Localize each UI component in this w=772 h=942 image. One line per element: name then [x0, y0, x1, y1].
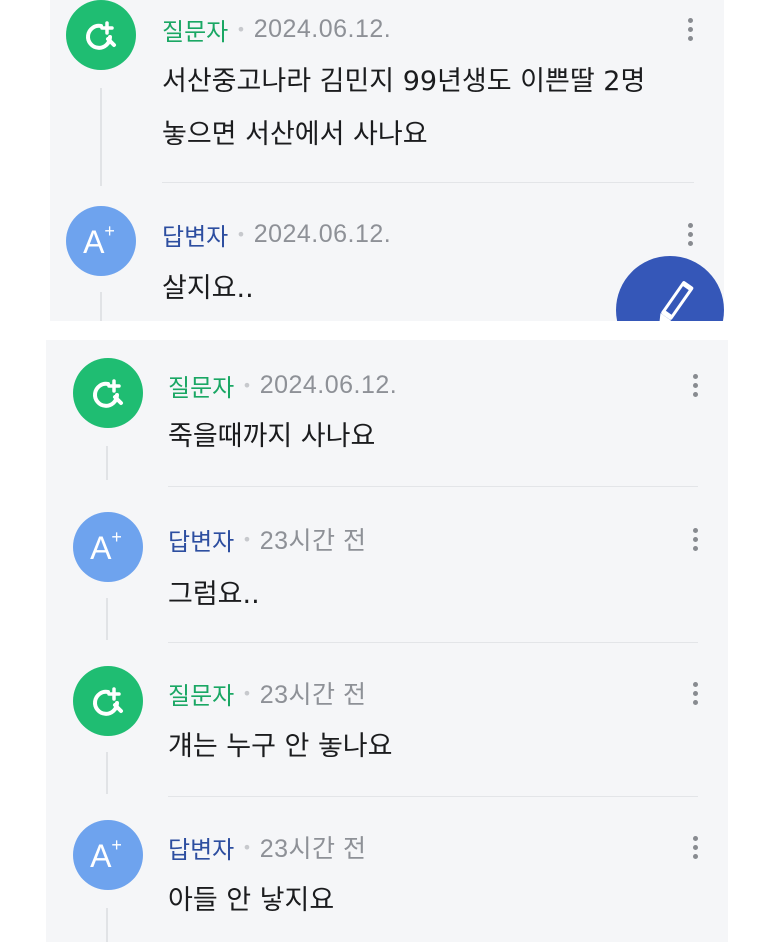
- author-role: 답변자: [168, 835, 235, 864]
- answerer-avatar: A+: [66, 206, 136, 276]
- meta-separator: •: [236, 19, 246, 39]
- divider: [162, 182, 694, 183]
- more-options-icon[interactable]: [683, 676, 707, 710]
- comment-date: 2024.06.12.: [259, 370, 398, 399]
- thread-line: [106, 908, 108, 942]
- divider: [168, 796, 698, 797]
- comment-meta: 답변자 • 2024.06.12.: [162, 217, 391, 251]
- meta-separator: •: [236, 224, 246, 244]
- comment-meta: 답변자 • 23시간 전: [168, 830, 366, 864]
- comment-date: 23시간 전: [259, 527, 367, 555]
- comment-text-line: 서산중고나라 김민지 99년생도 이쁜딸 2명: [162, 66, 646, 97]
- meta-separator: •: [242, 375, 252, 395]
- answerer-avatar: A+: [73, 512, 143, 582]
- comment-text-line: 놓으면 서산에서 사나요: [162, 119, 428, 150]
- answer-icon: A+: [83, 220, 115, 260]
- more-options-icon[interactable]: [683, 522, 707, 556]
- author-role: 질문자: [162, 17, 229, 46]
- pencil-icon: [658, 281, 694, 321]
- author-role: 질문자: [168, 681, 235, 710]
- thread-line: [100, 88, 102, 186]
- thread-line: [106, 752, 108, 794]
- thread-line: [100, 292, 102, 321]
- divider: [168, 486, 698, 487]
- comment-date: 23시간 전: [259, 835, 367, 863]
- comment-panel-top: 질문자 • 2024.06.12. 서산중고나라 김민지 99년생도 이쁜딸 2…: [50, 0, 724, 321]
- comment-text-line: 그럼요..: [168, 579, 260, 610]
- meta-separator: •: [242, 529, 252, 549]
- write-answer-button[interactable]: [616, 256, 724, 321]
- thread-line: [106, 446, 108, 480]
- questioner-avatar: [73, 358, 143, 428]
- comment-meta: 질문자 • 2024.06.12.: [162, 12, 391, 46]
- comment-date: 23시간 전: [259, 681, 367, 709]
- comment-text-line: 아들 안 낳지요: [168, 885, 335, 916]
- more-options-icon[interactable]: [678, 217, 702, 251]
- answerer-avatar: A+: [73, 820, 143, 890]
- comment-text-line: 살지요..: [162, 273, 254, 304]
- questioner-avatar: [66, 0, 136, 70]
- comment-panel-bottom: 질문자 • 2024.06.12. 죽을때까지 사나요 A+ 답변자 • 23시…: [46, 340, 728, 942]
- more-options-icon[interactable]: [683, 830, 707, 864]
- question-plus-icon: [86, 21, 116, 50]
- answer-icon: A+: [90, 834, 122, 874]
- comment-meta: 질문자 • 2024.06.12.: [168, 368, 397, 402]
- meta-separator: •: [242, 837, 252, 857]
- question-plus-icon: [93, 687, 123, 716]
- more-options-icon[interactable]: [683, 368, 707, 402]
- comment-date: 2024.06.12.: [253, 219, 392, 248]
- questioner-avatar: [73, 666, 143, 736]
- author-role: 답변자: [162, 222, 229, 251]
- comment-meta: 질문자 • 23시간 전: [168, 676, 366, 710]
- answer-icon: A+: [90, 526, 122, 566]
- question-plus-icon: [93, 379, 123, 408]
- comment-meta: 답변자 • 23시간 전: [168, 522, 366, 556]
- comment-text-line: 죽을때까지 사나요: [168, 421, 376, 452]
- divider: [168, 642, 698, 643]
- comment-text-line: 걔는 누구 안 놓나요: [168, 731, 393, 762]
- author-role: 질문자: [168, 373, 235, 402]
- comment-date: 2024.06.12.: [253, 14, 392, 43]
- author-role: 답변자: [168, 527, 235, 556]
- meta-separator: •: [242, 683, 252, 703]
- more-options-icon[interactable]: [678, 12, 702, 46]
- thread-line: [106, 598, 108, 640]
